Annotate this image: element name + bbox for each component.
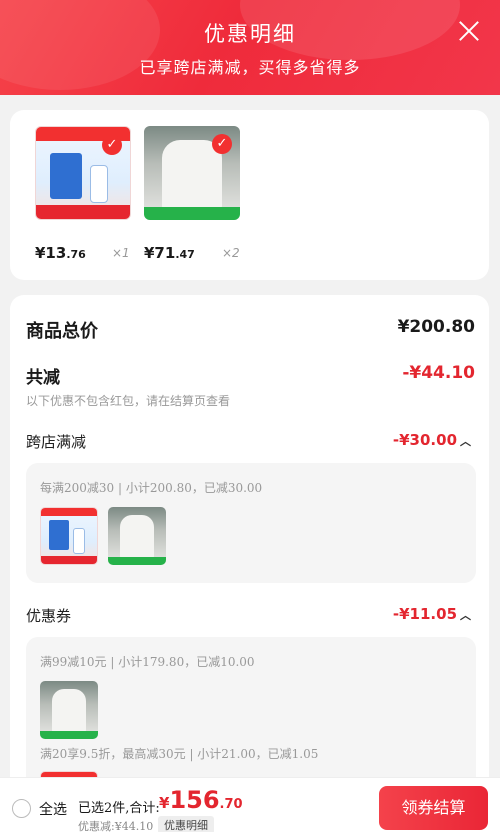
product-price: ¥13.76: [35, 244, 86, 262]
product-price: ¥71.47: [144, 244, 195, 262]
close-icon[interactable]: [458, 20, 480, 42]
total-label: 商品总价: [26, 321, 98, 342]
coupon-label: 优惠券: [26, 607, 72, 625]
cross-store-detail: 每满200减30 | 小计200.80，已减30.00: [26, 463, 476, 583]
product-thumbnail: [40, 507, 98, 565]
chevron-up-icon: ︿: [460, 435, 471, 448]
promo-line: 满20享9.5折，最高减30元 | 小计21.00，已减1.05: [40, 747, 319, 761]
product-thumbnail: [108, 507, 166, 565]
select-all-radio[interactable]: [12, 799, 31, 818]
checkout-bar: 全选 已选2件,合计: ¥156.70 优惠减:¥44.10 优惠明细 领券结算: [0, 777, 500, 832]
coupon-toggle[interactable]: -¥11.05 ︿: [393, 605, 471, 623]
promo-line: 满99减10元 | 小计179.80，已减10.00: [40, 655, 255, 669]
reduce-value: -¥44.10: [402, 363, 475, 383]
products-card: ✓ ¥13.76 ×1 ✓ ¥71.47 ×2: [10, 110, 489, 280]
header-banner: 优惠明细 已享跨店满减，买得多省得多: [0, 0, 500, 95]
discount-summary-card: 商品总价 ¥200.80 共减 -¥44.10 以下优惠不包含红包，请在结算页查…: [10, 295, 489, 829]
product-item[interactable]: ✓: [35, 126, 131, 220]
discount-detail-link[interactable]: 优惠明细: [158, 816, 214, 832]
product-image: ✓: [144, 126, 240, 220]
product-quantity: ×1: [112, 246, 130, 260]
cross-store-toggle[interactable]: -¥30.00 ︿: [393, 431, 471, 449]
select-all-label[interactable]: 全选: [39, 799, 67, 819]
checkmark-icon: ✓: [212, 134, 232, 154]
cross-store-label: 跨店满减: [26, 433, 87, 451]
product-thumbnail: [40, 681, 98, 739]
selected-count: 已选2件,合计:: [78, 801, 160, 816]
product-quantity: ×2: [222, 246, 240, 260]
page-title: 优惠明细: [204, 22, 296, 46]
chevron-up-icon: ︿: [460, 609, 471, 622]
discount-text: 优惠减:¥44.10: [78, 820, 154, 832]
checkout-button[interactable]: 领券结算: [379, 786, 488, 830]
promo-line: 每满200减30 | 小计200.80，已减30.00: [40, 481, 263, 495]
total-value: ¥200.80: [397, 317, 475, 337]
reduce-label: 共减: [26, 368, 60, 388]
page-subtitle: 已享跨店满减，买得多省得多: [139, 58, 361, 77]
reduce-note: 以下优惠不包含红包，请在结算页查看: [26, 394, 231, 408]
total-price: ¥156.70: [159, 786, 243, 814]
product-item[interactable]: ✓: [144, 126, 240, 220]
checkmark-icon: ✓: [102, 135, 122, 155]
product-image: ✓: [35, 126, 131, 220]
